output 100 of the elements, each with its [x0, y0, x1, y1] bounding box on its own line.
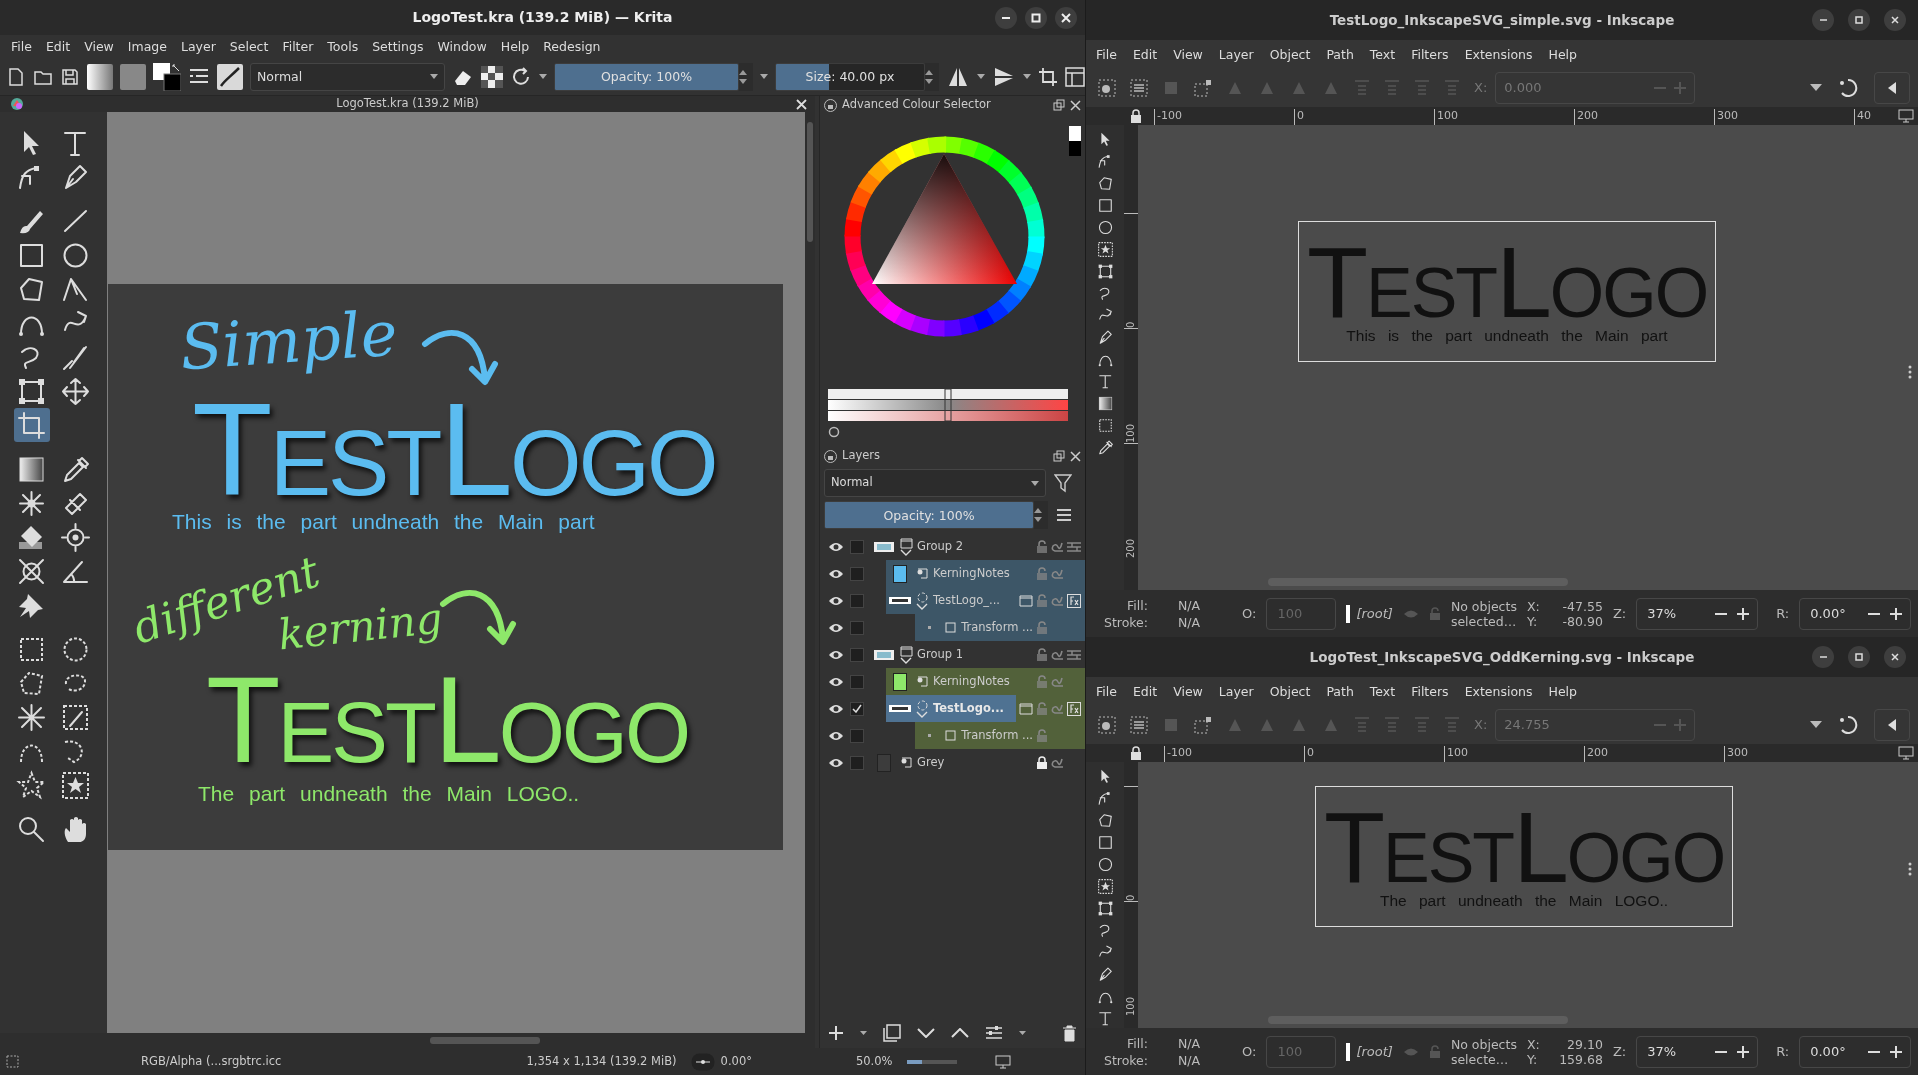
layer-name: KerningNotes [933, 674, 1011, 689]
y-label: Y: [1526, 1051, 1539, 1067]
ruler-label: 200 [1125, 537, 1137, 558]
y-value: -80.90 [1561, 613, 1603, 629]
rotation-field[interactable]: 0.00° [1799, 597, 1912, 630]
rotation-label: 0.00° [720, 1054, 752, 1069]
menu-item[interactable]: Help [1541, 46, 1584, 62]
layer-row[interactable]: Group 2 [870, 533, 1085, 560]
menu-item[interactable]: Edit [38, 39, 78, 54]
menu-item[interactable]: Text [1362, 683, 1403, 699]
window-title: TestLogo_InkscapeSVG_simple.svg - Inkscape [1329, 11, 1675, 29]
selection-status: selected… [1450, 613, 1517, 629]
menu-item[interactable]: Filter [275, 39, 321, 54]
zoom-field[interactable]: 37% [1636, 1035, 1759, 1068]
layer-name: TestLogo_... [933, 593, 1001, 608]
menu-item[interactable]: View [1166, 683, 1210, 699]
opacity-slider[interactable]: Opacity: 100% [824, 501, 1034, 529]
logo-subtitle: The part undneath the Main LOGO.. [1379, 892, 1669, 911]
menu-item[interactable]: Edit [1125, 46, 1165, 62]
ruler-label: 100 [1125, 422, 1137, 443]
x-label: X: [1474, 79, 1488, 96]
menu-item[interactable]: Text [1362, 46, 1403, 62]
logo-text: TestLogo [1306, 237, 1708, 328]
menu-item[interactable]: Object [1262, 46, 1318, 62]
docker-title: Advanced Colour Selector [842, 98, 992, 112]
menu-item[interactable]: Object [1262, 683, 1318, 699]
selection-status: No objects [1450, 598, 1517, 614]
blend-mode-dropdown[interactable]: Normal [824, 469, 1046, 497]
fill-value: N/A [1177, 597, 1202, 613]
layer-name: TestLogo... [933, 701, 1005, 716]
image-size-label: 1,354 x 1,134 (139.2 MiB) [526, 1054, 677, 1069]
zoom-label: 50.0% [855, 1054, 893, 1069]
menu-item[interactable]: Select [222, 39, 276, 54]
current-layer-dropdown[interactable]: [root] [1356, 605, 1393, 622]
menu-item[interactable]: Help [1541, 683, 1584, 699]
menu-item[interactable]: File [4, 39, 39, 54]
layer-row[interactable]: Grey [870, 749, 1085, 776]
menu-item[interactable]: Window [430, 39, 494, 54]
rotation-field[interactable]: 0.00° [1799, 1035, 1912, 1068]
x-value: -47.55 [1561, 598, 1603, 614]
zoom-field[interactable]: 37% [1636, 597, 1759, 630]
zoom-label: Z: [1612, 1043, 1627, 1060]
logo-text: TestLogo [1323, 802, 1725, 893]
stroke-value: N/A [1177, 1052, 1202, 1068]
menu-item[interactable]: Layer [173, 39, 223, 54]
layer-row[interactable]: Group 1 [870, 641, 1085, 668]
current-layer-dropdown[interactable]: [root] [1356, 1043, 1393, 1060]
selection-status: selecte… [1450, 1051, 1509, 1067]
menu-item[interactable]: File [1089, 683, 1124, 699]
rotation-label: R: [1776, 1043, 1790, 1060]
fill-label: Fill: [1126, 1035, 1148, 1051]
menu-item[interactable]: Extensions [1457, 683, 1540, 699]
menu-item[interactable]: Layer [1211, 683, 1261, 699]
document-tab[interactable]: LogoTest.kra (139.2 MiB) [336, 97, 479, 111]
logo-subtitle: This is the part undneath the Main part [1346, 327, 1668, 346]
opacity-label: O: [1242, 1043, 1257, 1060]
menu-item[interactable]: View [1166, 46, 1210, 62]
layer-name: KerningNotes [933, 566, 1011, 581]
menu-item[interactable]: Extensions [1457, 46, 1540, 62]
layer-name: Grey [917, 755, 946, 770]
menu-item[interactable]: Image [120, 39, 174, 54]
docker-title: Layers [842, 449, 882, 463]
ruler-label: 0 [1125, 320, 1137, 328]
stroke-value: N/A [1177, 614, 1202, 630]
menu-item[interactable]: Filters [1404, 46, 1456, 62]
logo-subtitle: The part undneath the Main LOGO.. [198, 783, 580, 804]
menu-item[interactable]: Edit [1125, 683, 1165, 699]
selection-status: No objects [1450, 1036, 1517, 1052]
menu-item[interactable]: Help [493, 39, 537, 54]
logo-subtitle: This is the part undneath the Main part [172, 511, 595, 532]
menu-item[interactable]: Settings [365, 39, 431, 54]
menu-item[interactable]: Filters [1404, 683, 1456, 699]
x-label: X: [1526, 598, 1541, 614]
stroke-label: Stroke: [1102, 614, 1148, 630]
menu-item[interactable]: Path [1319, 683, 1361, 699]
window-title: LogoTest.kra (139.2 MiB) — Krita [412, 9, 673, 26]
layer-name: Group 2 [917, 539, 964, 554]
menu-item[interactable]: Redesign [536, 39, 608, 54]
menu-item[interactable]: File [1089, 46, 1124, 62]
menu-item[interactable]: View [77, 39, 121, 54]
logo-text: TestLogo [206, 659, 689, 781]
x-label: X: [1474, 716, 1488, 733]
y-value: 159.68 [1558, 1051, 1603, 1067]
ruler-label: 0 [1125, 893, 1137, 901]
blend-mode-dropdown[interactable]: Normal [250, 62, 445, 91]
fill-label: Fill: [1126, 597, 1148, 613]
fill-value: N/A [1177, 1035, 1202, 1051]
layer-row[interactable]: Transform ... [915, 614, 1085, 641]
menu-item[interactable]: Layer [1211, 46, 1261, 62]
layer-name: Transform ... [961, 620, 1033, 635]
rotation-label: R: [1776, 605, 1790, 622]
zoom-label: Z: [1612, 605, 1627, 622]
opacity-slider[interactable]: Opacity: 100% [554, 62, 739, 91]
menu-item[interactable]: Tools [320, 39, 366, 54]
layer-row[interactable]: Transform ... [915, 722, 1085, 749]
menu-item[interactable]: Path [1319, 46, 1361, 62]
layer-row[interactable]: TestLogo_... [886, 587, 1085, 614]
layer-row[interactable]: TestLogo... [886, 695, 1085, 722]
y-label: Y: [1526, 613, 1539, 629]
layer-name: Transform ... [961, 728, 1033, 743]
